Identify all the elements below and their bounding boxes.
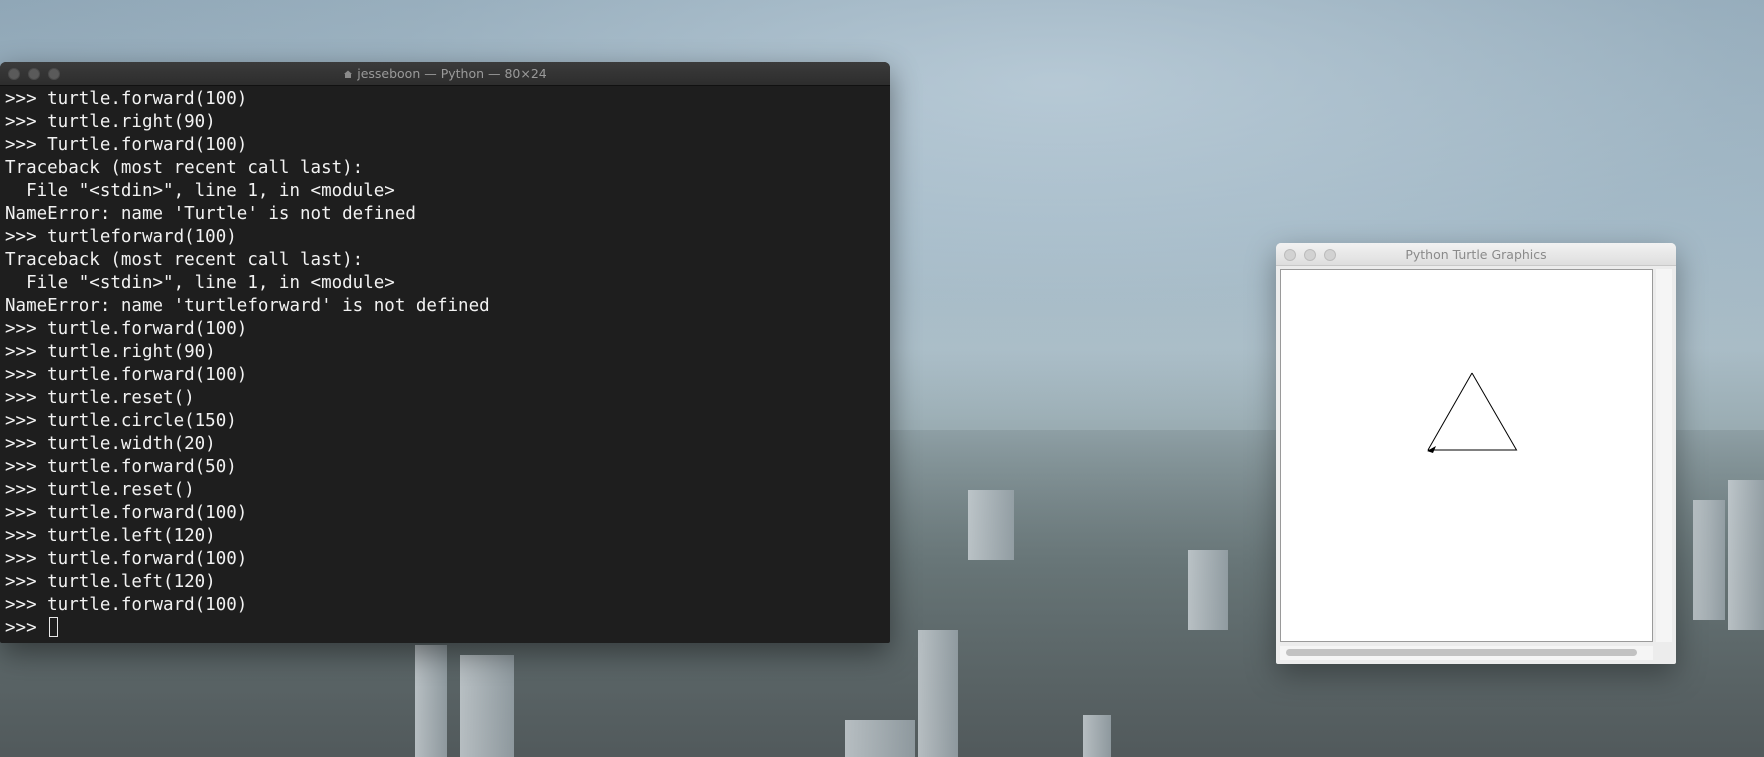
terminal-line: >>> turtle.forward(100) <box>5 502 890 525</box>
terminal-line: >>> turtle.forward(100) <box>5 548 890 571</box>
terminal-line-text: >>> turtle.right(90) <box>5 342 216 362</box>
building <box>460 655 514 757</box>
horizontal-scrollbar-thumb[interactable] <box>1286 649 1637 656</box>
triangle-side <box>1427 372 1473 451</box>
terminal-line: >>> turtle.forward(100) <box>5 318 890 341</box>
terminal-line-text: >>> turtle.left(120) <box>5 572 216 592</box>
terminal-line: >>> turtle.forward(100) <box>5 364 890 387</box>
terminal-line-text: >>> turtle.circle(150) <box>5 411 237 431</box>
turtle-graphics-window[interactable]: Python Turtle Graphics <box>1276 243 1676 664</box>
triangle-path <box>1428 372 1518 451</box>
terminal-output[interactable]: >>> turtle.forward(100) >>> turtle.right(… <box>0 86 890 640</box>
terminal-line: >>> turtle.forward(100) <box>5 88 890 111</box>
terminal-titlebar[interactable]: jesseboon — Python — 80×24 <box>0 62 890 86</box>
building <box>1728 480 1764 630</box>
terminal-line: File "<stdin>", line 1, in <module> <box>5 272 890 295</box>
building <box>845 720 915 757</box>
terminal-line: >>> turtle.circle(150) <box>5 410 890 433</box>
building <box>1693 500 1725 620</box>
building <box>1083 715 1111 757</box>
terminal-line-text: >>> Turtle.forward(100) <box>5 135 248 155</box>
terminal-line-text: Traceback (most recent call last): <box>5 250 364 270</box>
building <box>918 630 958 757</box>
terminal-line-text: File "<stdin>", line 1, in <module> <box>5 273 395 293</box>
terminal-title-text: jesseboon — Python — 80×24 <box>357 66 547 81</box>
terminal-line: Traceback (most recent call last): <box>5 157 890 180</box>
terminal-title: jesseboon — Python — 80×24 <box>0 66 890 81</box>
terminal-line-text: >>> turtle.left(120) <box>5 526 216 546</box>
terminal-line: >>> turtle.reset() <box>5 479 890 502</box>
terminal-prompt-line[interactable]: >>> <box>5 617 890 640</box>
building <box>968 490 1014 560</box>
terminal-line-text: >>> turtle.forward(100) <box>5 549 248 569</box>
text-cursor <box>49 617 59 637</box>
terminal-line: >>> turtle.forward(100) <box>5 594 890 617</box>
terminal-line-text: NameError: name 'turtleforward' is not d… <box>5 296 490 316</box>
turtle-titlebar[interactable]: Python Turtle Graphics <box>1276 243 1676 266</box>
building <box>415 645 447 757</box>
terminal-line: >>> turtle.reset() <box>5 387 890 410</box>
terminal-line-text: >>> turtleforward(100) <box>5 227 237 247</box>
terminal-line: >>> turtle.left(120) <box>5 525 890 548</box>
terminal-line-text: >>> turtle.reset() <box>5 388 195 408</box>
terminal-line: NameError: name 'turtleforward' is not d… <box>5 295 890 318</box>
terminal-line: >>> turtle.right(90) <box>5 111 890 134</box>
terminal-line: File "<stdin>", line 1, in <module> <box>5 180 890 203</box>
terminal-line: >>> turtle.width(20) <box>5 433 890 456</box>
terminal-line: >>> turtle.left(120) <box>5 571 890 594</box>
terminal-line-text: >>> turtle.forward(50) <box>5 457 237 477</box>
terminal-line-text: >>> turtle.forward(100) <box>5 503 248 523</box>
terminal-line-text: File "<stdin>", line 1, in <module> <box>5 181 395 201</box>
terminal-line-text: >>> turtle.forward(100) <box>5 365 248 385</box>
terminal-line-text: >>> turtle.forward(100) <box>5 319 248 339</box>
terminal-window[interactable]: jesseboon — Python — 80×24 >>> turtle.fo… <box>0 62 890 643</box>
terminal-line-text: >>> turtle.right(90) <box>5 112 216 132</box>
home-folder-icon <box>344 70 353 78</box>
terminal-line: NameError: name 'Turtle' is not defined <box>5 203 890 226</box>
terminal-line-text: >>> turtle.width(20) <box>5 434 216 454</box>
drawing-surface <box>1427 372 1518 453</box>
terminal-line-text: Traceback (most recent call last): <box>5 158 364 178</box>
terminal-line: Traceback (most recent call last): <box>5 249 890 272</box>
vertical-scrollbar[interactable] <box>1656 269 1672 642</box>
terminal-line: >>> turtleforward(100) <box>5 226 890 249</box>
terminal-line: >>> turtle.right(90) <box>5 341 890 364</box>
terminal-line: >>> turtle.forward(50) <box>5 456 890 479</box>
terminal-prompt: >>> <box>5 618 48 638</box>
turtle-canvas[interactable] <box>1280 269 1653 642</box>
building <box>1188 550 1228 630</box>
terminal-line: >>> Turtle.forward(100) <box>5 134 890 157</box>
terminal-line-text: >>> turtle.forward(100) <box>5 89 248 109</box>
terminal-line-text: >>> turtle.forward(100) <box>5 595 248 615</box>
turtle-window-title: Python Turtle Graphics <box>1405 247 1547 262</box>
terminal-line-text: NameError: name 'Turtle' is not defined <box>5 204 416 224</box>
terminal-line-text: >>> turtle.reset() <box>5 480 195 500</box>
